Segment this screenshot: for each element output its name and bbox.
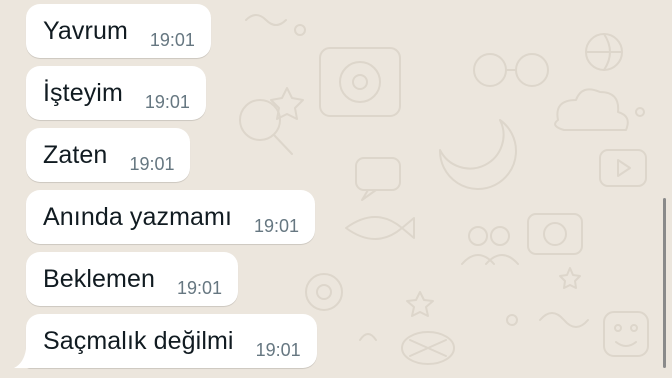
message-text: Anında yazmamı bbox=[43, 202, 232, 231]
message-text: Yavrum bbox=[43, 16, 128, 45]
message-text: Beklemen bbox=[43, 264, 155, 293]
message-time: 19:01 bbox=[176, 277, 223, 298]
message-bubble[interactable]: İşteyim 19:01 bbox=[26, 66, 206, 120]
message-time: 19:01 bbox=[254, 215, 300, 236]
message-list[interactable]: Yavrum 19:01 İşteyim 19:01 Zaten 19:01 A… bbox=[0, 0, 672, 378]
message-text: İşteyim bbox=[43, 78, 123, 107]
message-bubble[interactable]: Zaten 19:01 bbox=[26, 128, 191, 182]
message-text: Zaten bbox=[43, 140, 108, 169]
message-time: 19:01 bbox=[144, 91, 190, 112]
message-time: 19:01 bbox=[129, 153, 175, 174]
message-time: 19:01 bbox=[149, 29, 195, 50]
message-bubble[interactable]: Saçmalık değilmi 19:01 bbox=[26, 314, 317, 368]
scrollbar[interactable] bbox=[663, 198, 666, 368]
message-time: 19:01 bbox=[255, 339, 301, 360]
message-bubble[interactable]: Anında yazmamı 19:01 bbox=[26, 190, 316, 244]
bubble-tail-icon bbox=[14, 349, 32, 368]
message-bubble[interactable]: Beklemen 19:01 bbox=[26, 252, 239, 306]
message-bubble[interactable]: Yavrum 19:01 bbox=[26, 4, 211, 58]
message-text: Saçmalık değilmi bbox=[43, 326, 234, 355]
